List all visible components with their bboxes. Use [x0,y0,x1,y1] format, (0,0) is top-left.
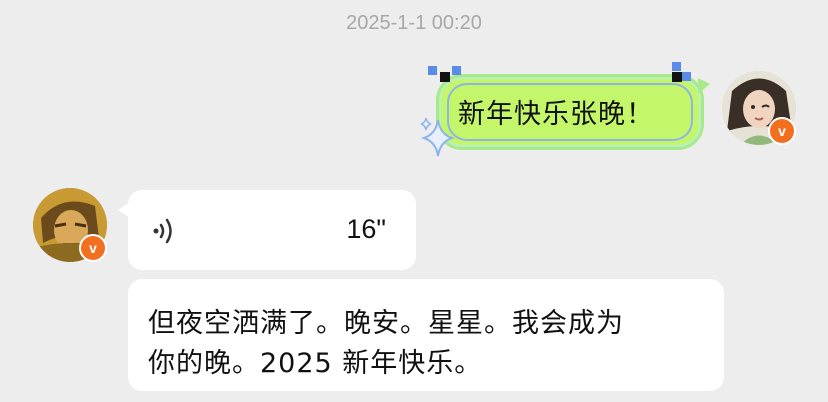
received-message[interactable]: 但夜空洒满了。晚安。星星。我会成为 你的晚。2025 新年快乐。 [128,279,724,391]
corner-decoration [672,72,682,82]
voice-message[interactable]: 16" [118,190,416,270]
voice-duration: 16" [346,214,386,244]
contact-avatar[interactable]: v [33,188,107,262]
sent-message[interactable]: 新年快乐张晚！ [418,62,710,160]
corner-decoration [428,66,437,75]
corner-decoration [672,62,681,71]
voice-wave-icon [153,218,172,244]
corner-decoration [440,72,450,82]
message-text-line: 但夜空洒满了。晚安。星星。我会成为 [148,308,624,339]
message-text-line: 你的晚。2025 新年快乐。 [148,348,483,379]
sent-message-text: 新年快乐张晚！ [458,99,654,130]
corner-decoration [452,66,461,75]
bubble-tail [118,202,130,218]
bubble-tail [698,78,710,94]
corner-decoration [682,72,691,81]
verified-badge-icon: v [79,234,107,262]
verified-badge-icon: v [768,117,796,145]
sparkle-icon [420,117,456,157]
message-timestamp: 2025-1-1 00:20 [346,12,482,34]
my-avatar[interactable]: v [722,71,796,145]
